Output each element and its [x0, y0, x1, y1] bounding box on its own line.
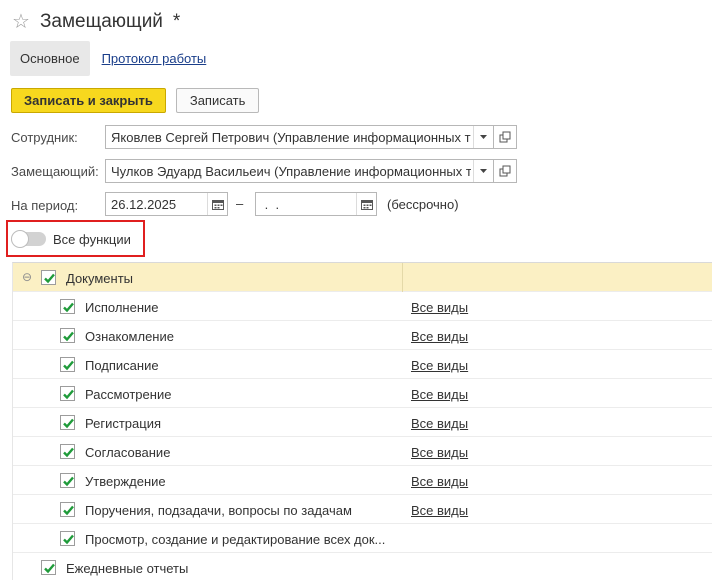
checkmark-icon [63, 505, 74, 516]
group-label: Документы [66, 271, 134, 286]
row-label: Просмотр, создание и редактирование всех… [85, 532, 386, 547]
tree-row[interactable]: Утверждение Все виды [13, 466, 712, 495]
period-from-field[interactable]: 26.12.2025 [105, 192, 228, 216]
group-checkbox[interactable] [41, 270, 56, 285]
period-to-field[interactable]: . . [255, 192, 377, 216]
row-label: Утверждение [85, 474, 166, 489]
all-kinds-link[interactable]: Все виды [411, 445, 468, 460]
tree-row[interactable]: Рассмотрение Все виды [13, 379, 712, 408]
row-label: Регистрация [85, 416, 161, 431]
period-to-value: . . [261, 197, 280, 212]
chevron-down-icon[interactable] [473, 126, 493, 148]
save-button[interactable]: Записать [175, 88, 260, 113]
window-title: Замещающий [39, 11, 163, 32]
form-tabs: Основное Протокол работы [10, 41, 206, 76]
checkmark-icon [44, 273, 55, 284]
functions-tree: ⊖ Документы Исполнение Все виды Ознакомлен… [12, 262, 712, 580]
employee-field[interactable]: Яковлев Сергей Петрович (Управление инфо… [105, 125, 494, 149]
tab-work-log[interactable]: Протокол работы [102, 51, 207, 66]
tab-main[interactable]: Основное [10, 41, 90, 76]
row-checkbox[interactable] [60, 328, 75, 343]
employee-value: Яковлев Сергей Петрович (Управление инфо… [111, 130, 471, 145]
row-label: Ежедневные отчеты [66, 561, 189, 576]
row-checkbox[interactable] [60, 473, 75, 488]
open-form-icon[interactable] [493, 125, 517, 149]
row-label: Поручения, подзадачи, вопросы по задачам [85, 503, 352, 518]
chevron-down-icon[interactable] [473, 160, 493, 182]
row-label: Подписание [85, 358, 159, 373]
row-checkbox[interactable] [60, 502, 75, 517]
all-kinds-link[interactable]: Все виды [411, 416, 468, 431]
period-label: На период: [11, 198, 79, 213]
calendar-icon[interactable] [207, 193, 227, 215]
checkmark-icon [63, 360, 74, 371]
substitute-value: Чулков Эдуард Васильеич (Управление инфо… [111, 164, 471, 179]
all-kinds-link[interactable]: Все виды [411, 329, 468, 344]
row-checkbox[interactable] [60, 531, 75, 546]
all-kinds-link[interactable]: Все виды [411, 503, 468, 518]
tree-row[interactable]: Поручения, подзадачи, вопросы по задачам… [13, 495, 712, 524]
all-functions-label: Все функции [53, 232, 131, 247]
checkmark-icon [44, 563, 55, 574]
star-icon[interactable]: ☆ [12, 12, 30, 32]
tree-row-daily-reports[interactable]: Ежедневные отчеты [13, 553, 712, 580]
tree-group-row[interactable]: ⊖ Документы [13, 263, 712, 292]
checkmark-icon [63, 476, 74, 487]
tree-row[interactable]: Подписание Все виды [13, 350, 712, 379]
checkmark-icon [63, 534, 74, 545]
open-form-icon[interactable] [493, 159, 517, 183]
row-label: Согласование [85, 445, 171, 460]
all-kinds-link[interactable]: Все виды [411, 474, 468, 489]
substitute-field[interactable]: Чулков Эдуард Васильеич (Управление инфо… [105, 159, 494, 183]
row-checkbox[interactable] [60, 386, 75, 401]
checkmark-icon [63, 418, 74, 429]
checkmark-icon [63, 389, 74, 400]
save-and-close-button[interactable]: Записать и закрыть [11, 88, 166, 113]
toggle-knob [11, 230, 29, 248]
all-kinds-link[interactable]: Все виды [411, 387, 468, 402]
row-checkbox[interactable] [60, 444, 75, 459]
column-divider [402, 263, 403, 292]
employee-label: Сотрудник: [11, 130, 78, 145]
command-bar: Записать и закрыть Записать [11, 88, 260, 113]
title-bar: ☆ Замещающий * [12, 8, 180, 36]
row-checkbox[interactable] [41, 560, 56, 575]
all-kinds-link[interactable]: Все виды [411, 300, 468, 315]
row-label: Ознакомление [85, 329, 174, 344]
row-checkbox[interactable] [60, 299, 75, 314]
all-kinds-link[interactable]: Все виды [411, 358, 468, 373]
row-label: Исполнение [85, 300, 159, 315]
modified-marker: * [172, 11, 181, 32]
tree-row[interactable]: Исполнение Все виды [13, 292, 712, 321]
period-from-value: 26.12.2025 [111, 197, 177, 212]
period-dash: – [236, 196, 244, 211]
substitute-label: Замещающий: [11, 164, 99, 179]
row-checkbox[interactable] [60, 415, 75, 430]
tree-row[interactable]: Просмотр, создание и редактирование всех… [13, 524, 712, 553]
tree-row[interactable]: Ознакомление Все виды [13, 321, 712, 350]
tree-row[interactable]: Согласование Все виды [13, 437, 712, 466]
collapse-icon[interactable]: ⊖ [22, 270, 32, 284]
checkmark-icon [63, 302, 74, 313]
perpetual-note: (бессрочно) [387, 197, 459, 212]
row-label: Рассмотрение [85, 387, 172, 402]
checkmark-icon [63, 447, 74, 458]
row-checkbox[interactable] [60, 357, 75, 372]
tree-row[interactable]: Регистрация Все виды [13, 408, 712, 437]
all-functions-toggle[interactable] [11, 230, 46, 248]
calendar-icon[interactable] [356, 193, 376, 215]
checkmark-icon [63, 331, 74, 342]
